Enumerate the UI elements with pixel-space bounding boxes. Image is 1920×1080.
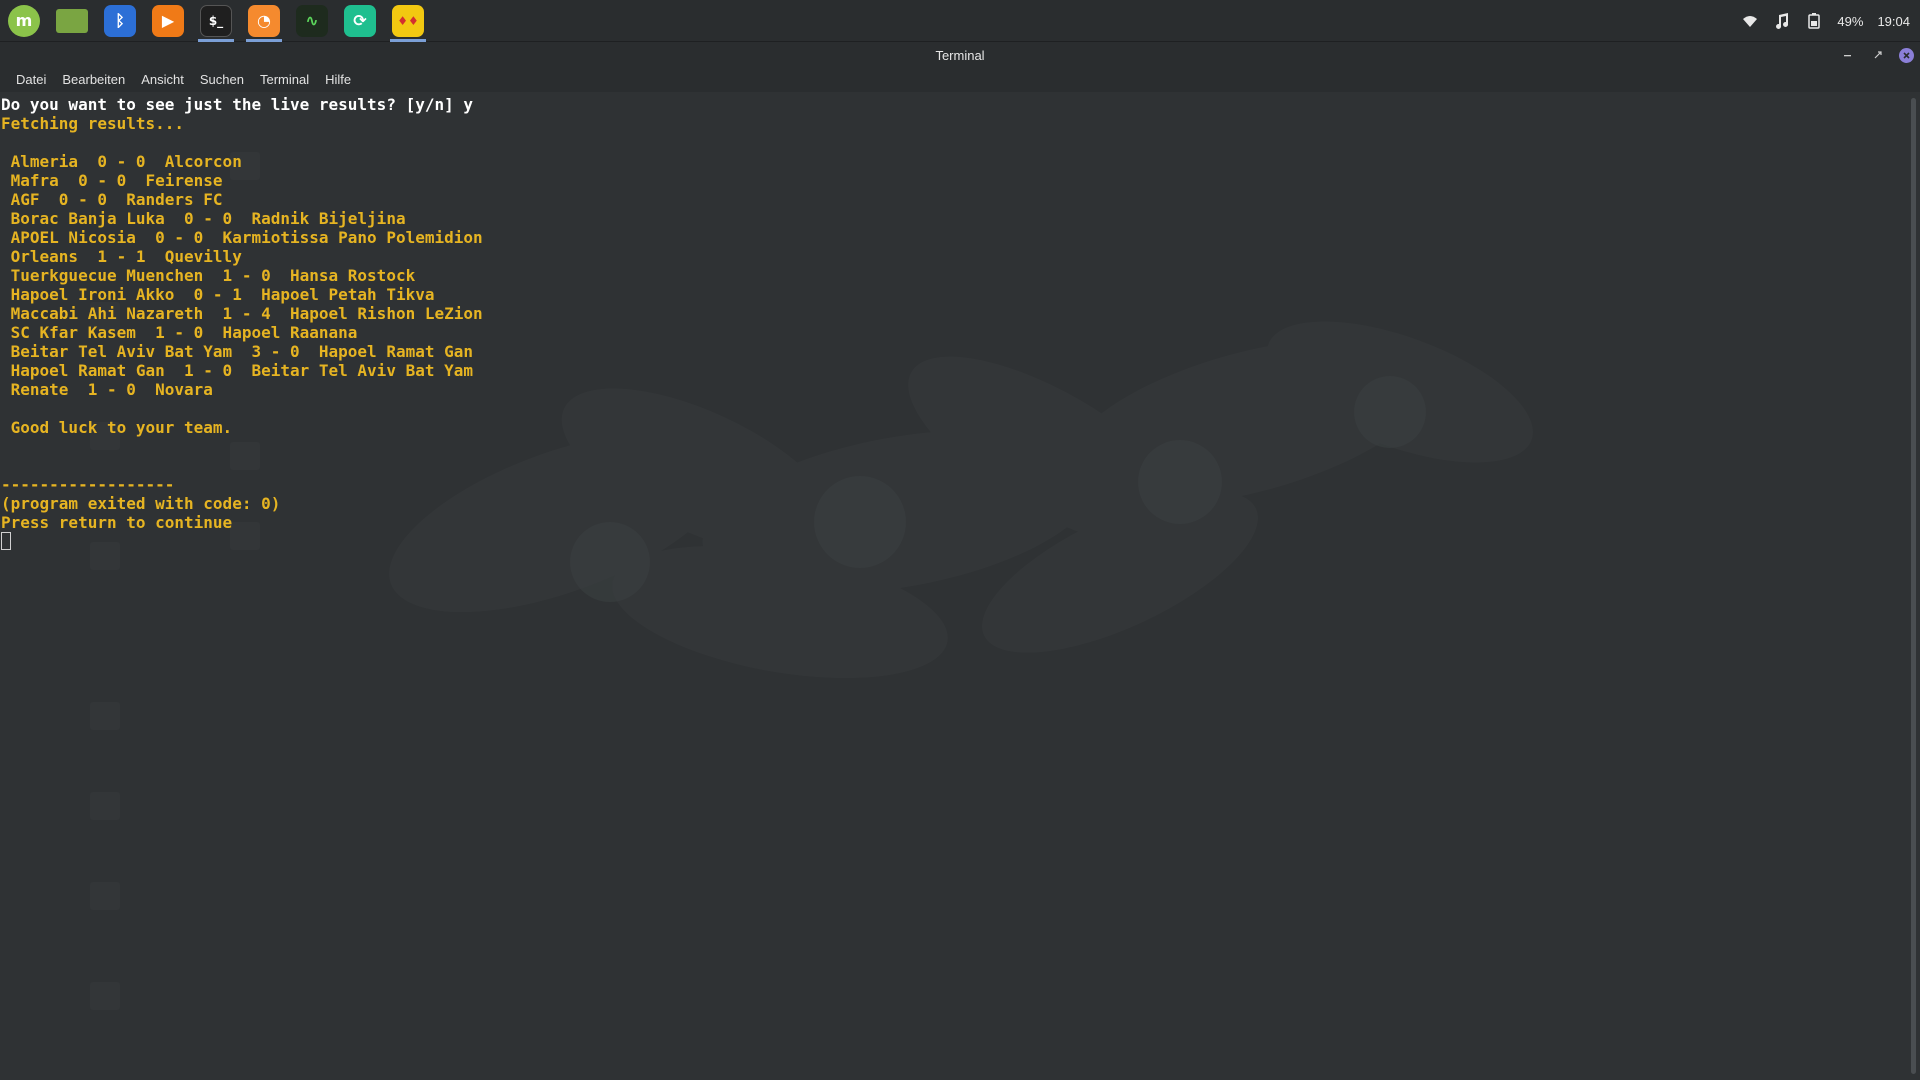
launcher-bluetooth[interactable]: ᛒ bbox=[96, 0, 144, 42]
terminal-line: ------------------ bbox=[1, 475, 175, 494]
terminal-line: SC Kfar Kasem 1 - 0 Hapoel Raanana bbox=[1, 323, 358, 342]
minimize-button[interactable] bbox=[1839, 46, 1857, 64]
menu-bearbeiten[interactable]: Bearbeiten bbox=[54, 68, 133, 92]
terminal-line: Orleans 1 - 1 Quevilly bbox=[1, 247, 242, 266]
terminal-cursor bbox=[1, 532, 11, 550]
launcher-files[interactable] bbox=[48, 0, 96, 42]
terminal-line: (program exited with code: 0) bbox=[1, 494, 281, 513]
menu-suchen[interactable]: Suchen bbox=[192, 68, 252, 92]
launcher-terminal[interactable]: $_ bbox=[192, 0, 240, 42]
menu-datei[interactable]: Datei bbox=[8, 68, 54, 92]
launcher-bar: m ᛒ ▶ $_ ◔ ∿ ⟳ ♦♦ bbox=[0, 0, 432, 42]
wifi-icon[interactable] bbox=[1741, 12, 1759, 30]
terminal-icon: $_ bbox=[200, 4, 232, 37]
window-title: Terminal bbox=[935, 47, 985, 63]
terminal-line: Press return to continue bbox=[1, 513, 233, 532]
terminal-line: Maccabi Ahi Nazareth 1 - 4 Hapoel Rishon… bbox=[1, 304, 483, 323]
launcher-app-yellow[interactable]: ♦♦ bbox=[384, 0, 432, 42]
firefox-icon: ◔ bbox=[248, 4, 280, 37]
close-button[interactable] bbox=[1899, 47, 1914, 63]
window-controls bbox=[1839, 42, 1914, 68]
clock[interactable]: 19:04 bbox=[1877, 14, 1910, 29]
terminal-line: Do you want to see just the live results… bbox=[1, 95, 474, 114]
launcher-media-player[interactable]: ▶ bbox=[144, 0, 192, 42]
files-icon bbox=[56, 8, 88, 33]
terminal-line: Almeria 0 - 0 Alcorcon bbox=[1, 152, 242, 171]
terminal-line: APOEL Nicosia 0 - 0 Karmiotissa Pano Pol… bbox=[1, 228, 483, 247]
terminal-view[interactable]: Do you want to see just the live results… bbox=[0, 92, 1920, 1080]
terminal-scrollbar[interactable] bbox=[1911, 98, 1916, 1074]
media-player-icon: ▶ bbox=[152, 4, 184, 37]
top-panel: m ᛒ ▶ $_ ◔ ∿ ⟳ ♦♦ 49% 19:04 bbox=[0, 0, 1920, 42]
menu-ansicht[interactable]: Ansicht bbox=[133, 68, 192, 92]
terminal-line: Hapoel Ironi Akko 0 - 1 Hapoel Petah Tik… bbox=[1, 285, 435, 304]
launcher-update-manager[interactable]: ⟳ bbox=[336, 0, 384, 42]
launcher-firefox[interactable]: ◔ bbox=[240, 0, 288, 42]
terminal-line: Renate 1 - 0 Novara bbox=[1, 380, 213, 399]
launcher-system-monitor[interactable]: ∿ bbox=[288, 0, 336, 42]
system-monitor-icon: ∿ bbox=[296, 4, 328, 37]
menubar: Datei Bearbeiten Ansicht Suchen Terminal… bbox=[0, 68, 1920, 92]
terminal-line: Mafra 0 - 0 Feirense bbox=[1, 171, 223, 190]
terminal-line: Good luck to your team. bbox=[1, 418, 233, 437]
update-manager-icon: ⟳ bbox=[344, 4, 376, 37]
terminal-line: Tuerkguecue Muenchen 1 - 0 Hansa Rostock bbox=[1, 266, 416, 285]
maximize-button[interactable] bbox=[1869, 46, 1887, 64]
sound-icon[interactable] bbox=[1773, 12, 1791, 30]
bluetooth-icon: ᛒ bbox=[104, 4, 136, 37]
battery-icon[interactable] bbox=[1805, 12, 1823, 30]
app-yellow-icon: ♦♦ bbox=[392, 4, 424, 37]
terminal-line: Fetching results... bbox=[1, 114, 185, 133]
terminal-output: Do you want to see just the live results… bbox=[1, 95, 483, 551]
menu-terminal[interactable]: Terminal bbox=[252, 68, 317, 92]
terminal-line: Hapoel Ramat Gan 1 - 0 Beitar Tel Aviv B… bbox=[1, 361, 474, 380]
menu-hilfe[interactable]: Hilfe bbox=[317, 68, 359, 92]
mint-menu-icon: m bbox=[8, 4, 40, 37]
battery-percentage[interactable]: 49% bbox=[1837, 14, 1863, 29]
system-tray: 49% 19:04 bbox=[1741, 0, 1920, 42]
window-titlebar[interactable]: Terminal bbox=[0, 42, 1920, 68]
terminal-line: AGF 0 - 0 Randers FC bbox=[1, 190, 223, 209]
terminal-line: Beitar Tel Aviv Bat Yam 3 - 0 Hapoel Ram… bbox=[1, 342, 474, 361]
terminal-cursor-line bbox=[1, 532, 483, 551]
terminal-line: Borac Banja Luka 0 - 0 Radnik Bijeljina bbox=[1, 209, 406, 228]
launcher-mint-menu[interactable]: m bbox=[0, 0, 48, 42]
